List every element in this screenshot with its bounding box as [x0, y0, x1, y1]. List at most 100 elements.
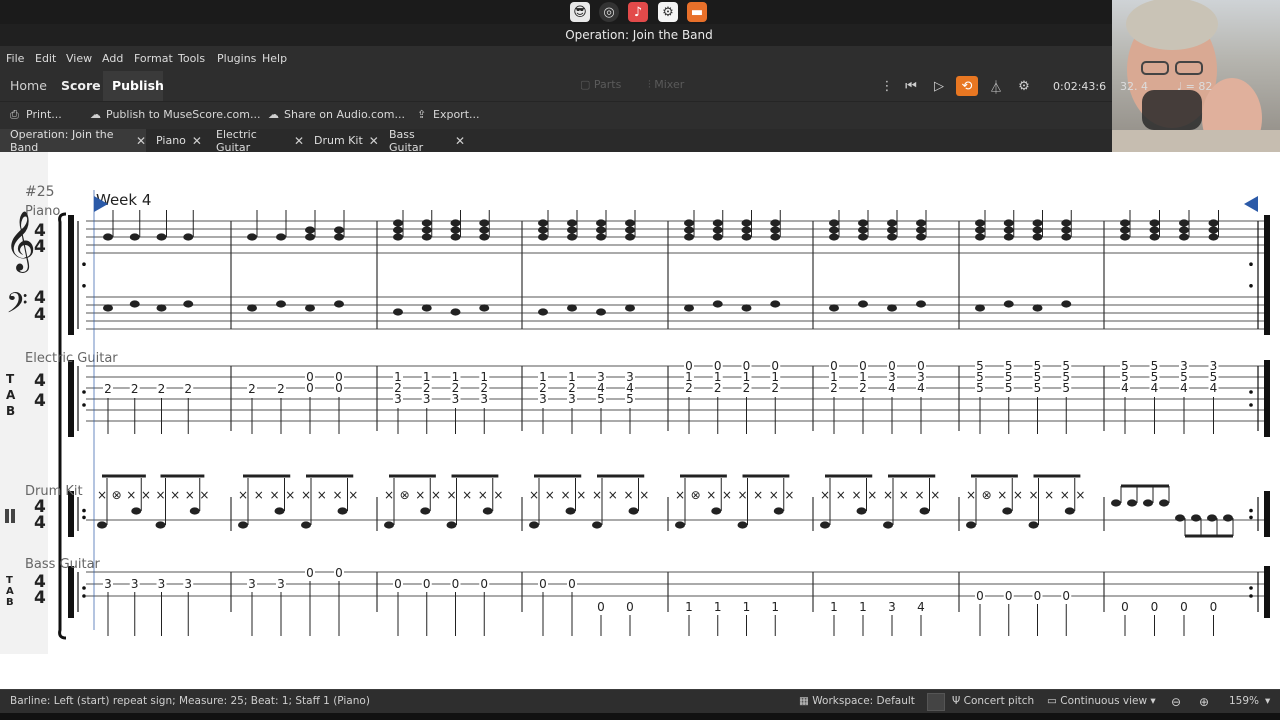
doc-tab-drum-kit[interactable]: Drum Kit ✕: [304, 129, 379, 152]
hihat-note: ×: [592, 488, 602, 502]
app-icon-musescore[interactable]: ♪: [628, 2, 648, 22]
hihat-note: ×: [608, 488, 618, 502]
hihat-note: ×: [332, 488, 342, 502]
bass-fret-number: 0: [394, 577, 402, 591]
close-tab-icon[interactable]: ✕: [136, 134, 146, 148]
piano-treble-notehead: [450, 233, 461, 241]
svg-text:4: 4: [34, 391, 46, 411]
app-icon-files[interactable]: ▬: [687, 2, 707, 22]
guitar-fret-number: 4: [1151, 381, 1159, 395]
metronome-icon[interactable]: ⏃: [985, 76, 1007, 96]
zoom-in-icon[interactable]: ⊕: [1199, 695, 1209, 709]
webcam-person-image: [1112, 0, 1280, 152]
piano-treble-notehead: [596, 219, 606, 227]
hihat-note: ×: [1028, 488, 1038, 502]
repeat-dot: [82, 594, 86, 598]
menu-format[interactable]: Format: [134, 52, 173, 65]
doc-tab-electric-guitar[interactable]: Electric Guitar ✕: [206, 128, 304, 154]
piano-treble-notehead: [741, 219, 752, 227]
drum-notehead: [883, 521, 893, 529]
tab-home[interactable]: Home: [10, 78, 47, 93]
concert-pitch-toggle[interactable]: Ψ Concert pitch: [952, 695, 1034, 707]
guitar-fret-number: 2: [771, 381, 779, 395]
piano-treble-notehead: [129, 233, 140, 241]
loop-end-marker[interactable]: [1244, 196, 1258, 212]
play-icon[interactable]: ▷: [928, 76, 950, 96]
close-tab-icon[interactable]: ✕: [192, 134, 202, 148]
menu-help[interactable]: Help: [262, 52, 287, 65]
piano-treble-notehead: [1120, 226, 1130, 234]
drum-notehead: [446, 521, 457, 529]
piano-bass-notehead: [684, 304, 694, 312]
repeat-dot: [1249, 515, 1253, 520]
workspace-icon: ▦: [799, 695, 813, 707]
view-mode-dropdown[interactable]: ▭ Continuous view ▾: [1047, 695, 1156, 707]
piano-bass-notehead: [741, 304, 752, 312]
bass-fret-number: 1: [859, 600, 867, 614]
piano-treble-notehead: [1032, 233, 1043, 241]
repeat-dot: [1249, 284, 1253, 288]
menu-tools[interactable]: Tools: [178, 52, 205, 65]
menu-view[interactable]: View: [66, 52, 92, 65]
guitar-fret-number: 2: [131, 382, 139, 396]
playback-settings-icon[interactable]: ⚙: [1013, 76, 1035, 96]
concert-pitch-checkbox[interactable]: [927, 693, 945, 711]
print-button[interactable]: ⎙ Print...: [10, 108, 62, 122]
loop-icon[interactable]: ⟲: [956, 76, 978, 96]
tab-publish[interactable]: Publish: [112, 78, 164, 93]
close-tab-icon[interactable]: ✕: [369, 134, 379, 148]
menu-add[interactable]: Add: [102, 52, 123, 65]
drag-handle-icon[interactable]: ⋮: [876, 76, 898, 96]
doc-tab-main[interactable]: Operation: Join the Band ✕: [0, 128, 146, 154]
app-icon-glasses[interactable]: 😎: [570, 2, 590, 22]
webcam-overlay: [1112, 0, 1280, 152]
workspace-selector[interactable]: ▦ Workspace: Default: [799, 695, 915, 707]
piano-treble-notehead: [183, 233, 194, 241]
export-button[interactable]: ⇪ Export...: [417, 108, 480, 121]
hihat-note: ×: [1075, 488, 1085, 502]
doc-tab-piano[interactable]: Piano ✕: [146, 129, 206, 152]
share-audio-button[interactable]: ☁ Share on Audio.com...: [268, 108, 405, 121]
piano-treble-notehead: [103, 233, 113, 241]
hihat-note: ×: [185, 488, 195, 502]
piano-treble-notehead: [1208, 226, 1219, 234]
bass-fret-number: 3: [248, 577, 256, 591]
zoom-out-icon[interactable]: ⊖: [1171, 695, 1181, 709]
close-tab-icon[interactable]: ✕: [455, 134, 465, 148]
piano-bass-notehead: [129, 300, 140, 308]
hihat-note: ×: [384, 488, 394, 502]
piano-treble-notehead: [887, 226, 897, 234]
piano-treble-notehead: [887, 219, 897, 227]
os-top-bar: 😎 ◎ ♪ ⚙ ▬: [0, 0, 1280, 24]
app-icon-settings[interactable]: ⚙: [658, 2, 678, 22]
fill-notehead: [1175, 514, 1185, 522]
guitar-fret-number: 3: [394, 392, 402, 406]
hihat-note: ×: [493, 488, 503, 502]
drum-notehead: [131, 507, 142, 515]
piano-treble-notehead: [916, 233, 926, 241]
piano-treble-notehead: [1032, 226, 1043, 234]
close-tab-icon[interactable]: ✕: [294, 134, 304, 148]
zoom-dropdown-icon[interactable]: ▾: [1265, 695, 1270, 707]
rewind-icon[interactable]: ⏮: [900, 76, 922, 96]
publish-musescore-button[interactable]: ☁ Publish to MuseScore.com...: [90, 108, 261, 121]
menu-plugins[interactable]: Plugins: [217, 52, 256, 65]
system-bracket: [58, 212, 67, 640]
piano-bass-notehead: [1003, 300, 1014, 308]
guitar-fret-number: 3: [452, 392, 460, 406]
piano-treble-notehead: [684, 233, 694, 241]
zoom-level[interactable]: 159%: [1229, 695, 1259, 707]
menu-edit[interactable]: Edit: [35, 52, 56, 65]
piano-treble-notehead: [858, 219, 868, 227]
score-notation[interactable]: 2 2 2 2 2 20000123123123123123123345345012012…: [0, 152, 1280, 689]
piano-treble-notehead: [276, 233, 286, 241]
bass-fret-number: 0: [597, 600, 605, 614]
piano-treble-notehead: [916, 219, 926, 227]
cloud-icon: ☁: [90, 108, 101, 121]
app-icon-obs[interactable]: ◎: [599, 2, 619, 22]
doc-tab-bass-guitar[interactable]: Bass Guitar ✕: [379, 128, 465, 154]
menu-file[interactable]: File: [6, 52, 24, 65]
tab-score[interactable]: Score: [61, 78, 101, 93]
barlines: [58, 212, 1270, 640]
piano-treble-notehead: [741, 233, 752, 241]
